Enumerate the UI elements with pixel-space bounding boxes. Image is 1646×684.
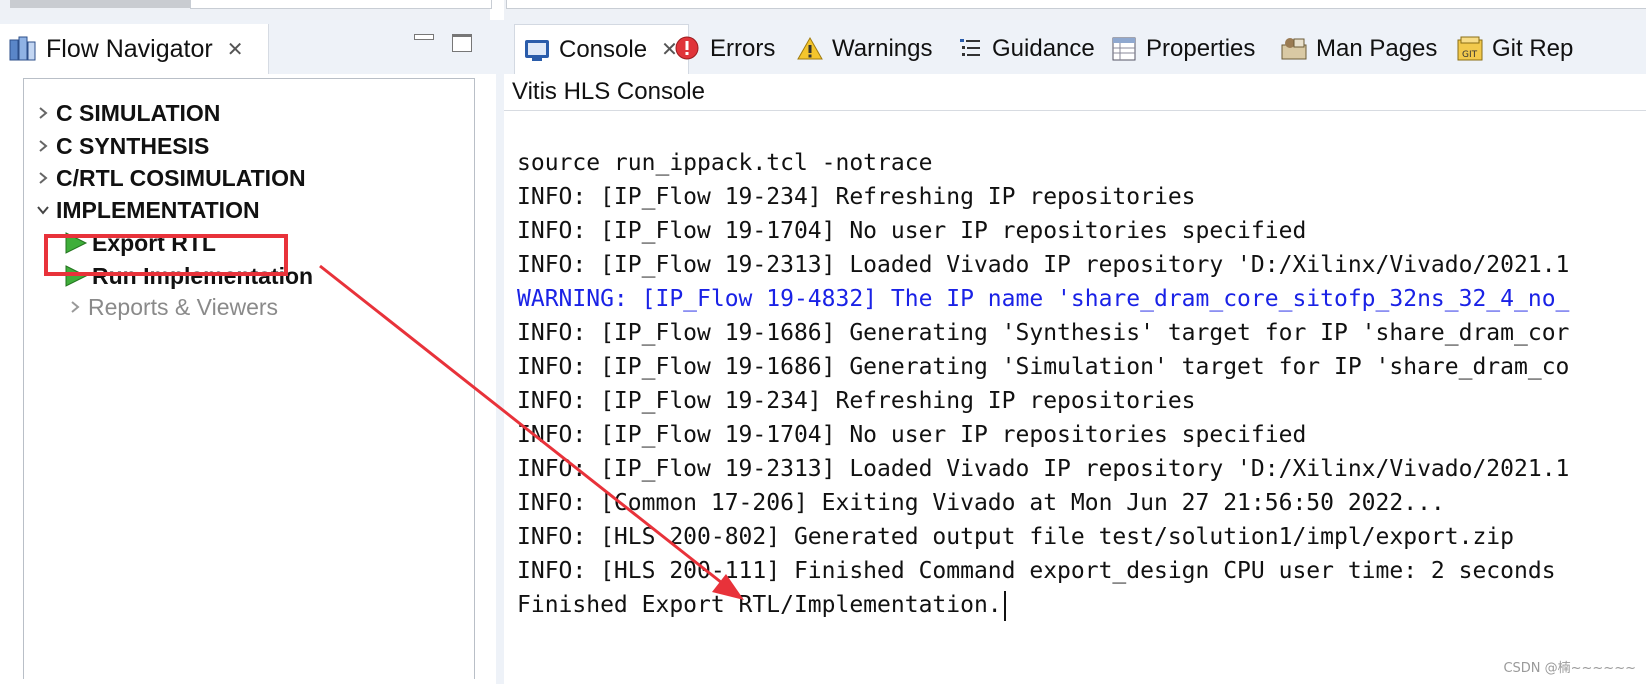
annotation-arrow	[319, 264, 744, 600]
arrow-line	[319, 264, 737, 596]
watermark: CSDN @楠~~~~~~	[1503, 661, 1636, 676]
